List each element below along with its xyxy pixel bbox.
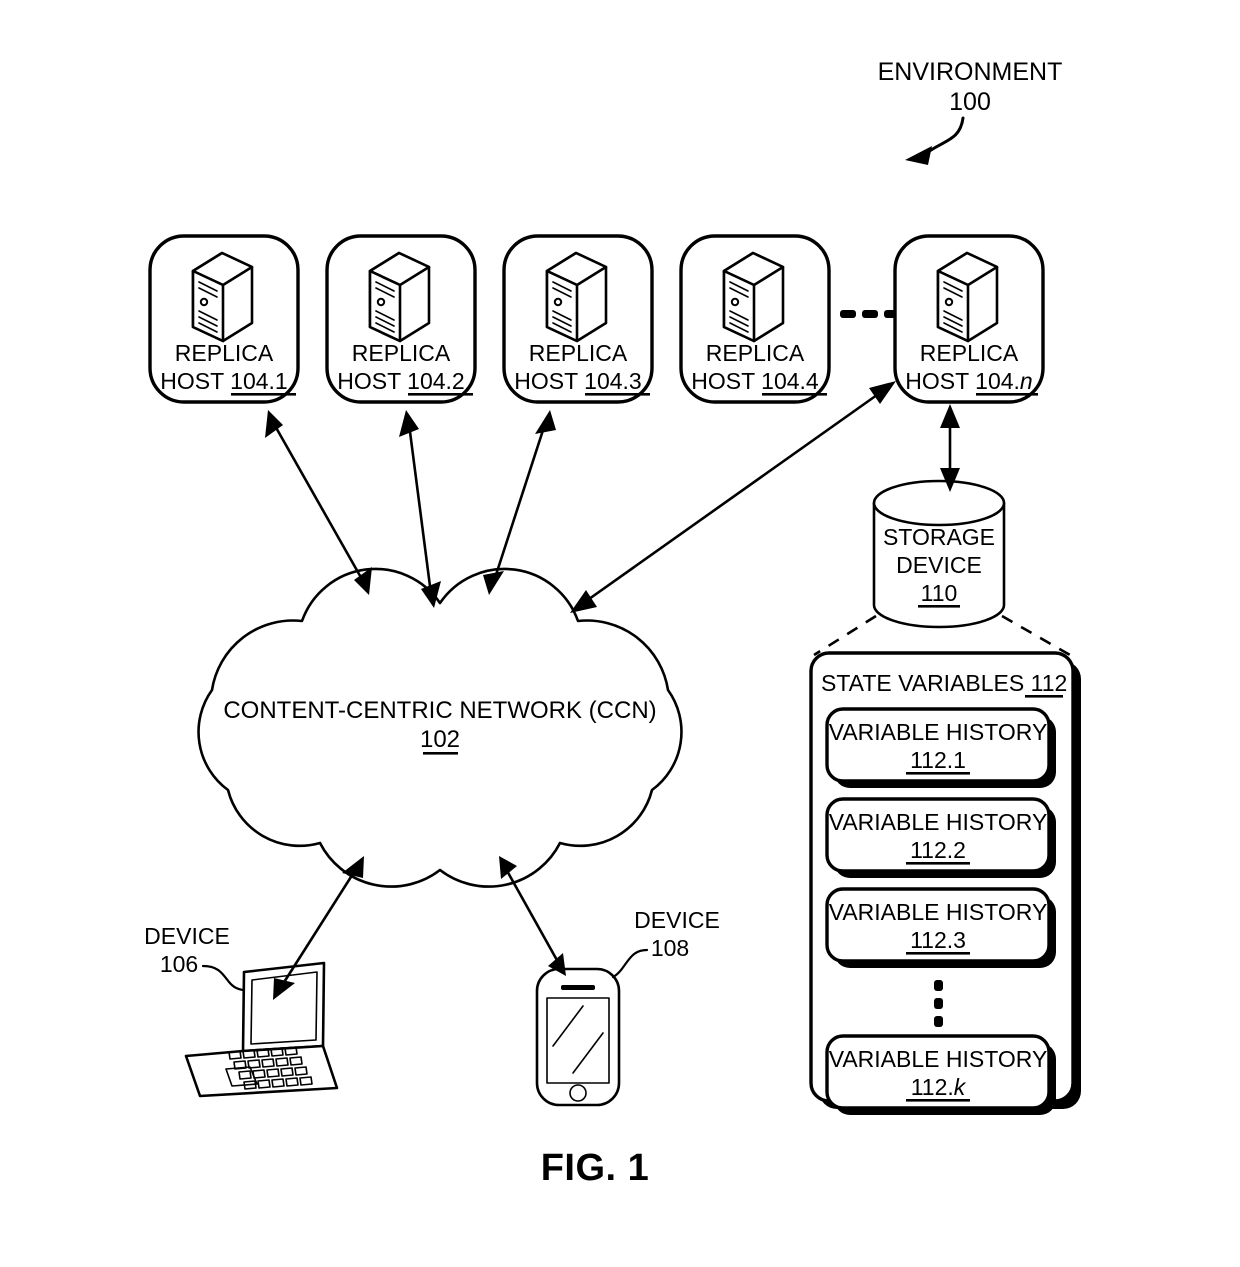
server-tower-icon (545, 251, 608, 343)
device-106-label: DEVICE (144, 923, 230, 949)
replica-host-prefix: HOST (514, 368, 584, 394)
replica-host-prefix: HOST (160, 368, 230, 394)
replica-host-104-1[interactable]: REPLICA HOST 104.1 (148, 234, 300, 404)
variable-history-112-k[interactable]: VARIABLE HISTORY 112.k (825, 1034, 1056, 1115)
state-variables-title-text: STATE VARIABLES (821, 670, 1031, 696)
variable-history-112-2[interactable]: VARIABLE HISTORY 112.2 (825, 797, 1056, 878)
figure-caption: FIG. 1 (541, 1147, 650, 1189)
ccn-ref-underline (423, 752, 458, 755)
variable-history-vertical-ellipsis (934, 980, 943, 1027)
storage-line2: DEVICE (896, 552, 982, 578)
storage-callout-right (1001, 614, 1071, 657)
state-variables-ref: 112 (1031, 670, 1068, 696)
storage-device[interactable]: STORAGE DEVICE 110 (872, 479, 1006, 629)
replica-host-prefix: HOST (337, 368, 407, 394)
storage-line1: STORAGE (883, 524, 995, 550)
device-106-ref: 106 (160, 951, 198, 977)
replica-host-prefix: HOST (691, 368, 761, 394)
replica-host-ref: 104.2 (407, 368, 465, 394)
variable-history-ref: 112.2 (910, 837, 966, 863)
device-108-label: DEVICE (634, 907, 720, 933)
variable-history-ref: 112.1 (910, 747, 966, 773)
variable-history-ref: 112.3 (910, 927, 966, 953)
arrow-cloud-hostn (570, 381, 896, 613)
storage-ref: 110 (921, 580, 958, 606)
variable-history-ref-underline (906, 772, 970, 775)
replica-host-ref-underline (231, 393, 296, 396)
device-108-phone[interactable]: DEVICE 108 (535, 907, 720, 1107)
replica-host-ref-underline (762, 393, 827, 396)
variable-history-label: VARIABLE HISTORY (829, 809, 1048, 835)
variable-history-112-3[interactable]: VARIABLE HISTORY 112.3 (825, 887, 1056, 968)
replica-host-ref-underline (585, 393, 650, 396)
replica-host-line1: REPLICA (529, 340, 628, 366)
replica-host-ref: 104.3 (584, 368, 642, 394)
environment-ref: 100 (949, 88, 991, 116)
replica-host-line1: REPLICA (920, 340, 1019, 366)
environment-label: ENVIRONMENT (878, 58, 1063, 86)
phone-speaker-icon (561, 985, 595, 990)
replica-host-ref-suffix: n (1020, 368, 1033, 394)
replica-host-ref: 104.4 (761, 368, 819, 394)
server-tower-icon (936, 251, 999, 343)
replica-host-line1: REPLICA (352, 340, 451, 366)
replica-host-ref: 104.1 (230, 368, 288, 394)
environment-leader-line (926, 116, 965, 154)
arrow-hostn-storage (940, 404, 960, 492)
environment-arrow-head (905, 146, 932, 165)
replica-host-line2: HOST 104.4 (691, 368, 819, 394)
storage-ref-underline (918, 605, 960, 608)
state-variables-panel: STATE VARIABLES 112 VARIABLE HISTORY 112… (809, 651, 1081, 1115)
variable-history-ref-underline (906, 1099, 970, 1102)
device-106-laptop[interactable]: DEVICE 106 (144, 923, 339, 1098)
variable-history-ref-underline (906, 862, 970, 865)
storage-callout-left (813, 614, 877, 657)
variable-history-label: VARIABLE HISTORY (829, 899, 1048, 925)
state-variables-ref-underline (1025, 695, 1063, 698)
replica-host-line2: HOST 104.3 (514, 368, 641, 394)
device-108-leader-line (611, 948, 649, 979)
replica-host-104-2[interactable]: REPLICA HOST 104.2 (325, 234, 477, 404)
device-108-ref: 108 (651, 935, 689, 961)
server-tower-icon (368, 251, 431, 343)
arrow-host3-cloud (483, 410, 556, 595)
server-tower-icon (191, 251, 254, 343)
patent-figure: ENVIRONMENT 100 REPLICA HOST 104.1 REPLI… (0, 0, 1240, 1267)
arrow-host1-cloud (265, 410, 372, 595)
figure-canvas: ENVIRONMENT 100 REPLICA HOST 104.1 REPLI… (144, 58, 1081, 1189)
replica-host-ref-underline (976, 393, 1038, 396)
replica-host-line2: HOST 104.n (905, 368, 1032, 394)
server-tower-icon (722, 251, 785, 343)
replica-host-line1: REPLICA (175, 340, 274, 366)
device-106-leader-line (201, 964, 245, 992)
host-ellipsis (840, 310, 900, 318)
ccn-cloud: CONTENT-CENTRIC NETWORK (CCN) 102 (197, 567, 683, 888)
variable-history-ref: 112.k (911, 1074, 967, 1100)
ccn-ref: 102 (420, 726, 460, 753)
variable-history-label: VARIABLE HISTORY (829, 719, 1048, 745)
replica-host-104-n[interactable]: REPLICA HOST 104.n (893, 234, 1045, 404)
replica-host-prefix: HOST (905, 368, 975, 394)
replica-host-line2: HOST 104.2 (337, 368, 464, 394)
replica-host-104-4[interactable]: REPLICA HOST 104.4 (679, 234, 831, 404)
replica-host-104-3[interactable]: REPLICA HOST 104.3 (502, 234, 654, 404)
replica-host-line2: HOST 104.1 (160, 368, 287, 394)
variable-history-label: VARIABLE HISTORY (829, 1046, 1048, 1072)
state-variables-title: STATE VARIABLES 112 (821, 670, 1067, 696)
replica-host-ref-underline (408, 393, 473, 396)
variable-history-ref-underline (906, 952, 970, 955)
replica-host-ref: 104. (975, 368, 1020, 394)
replica-host-line1: REPLICA (706, 340, 805, 366)
ccn-label: CONTENT-CENTRIC NETWORK (CCN) (223, 697, 656, 724)
variable-history-112-1[interactable]: VARIABLE HISTORY 112.1 (825, 707, 1056, 788)
